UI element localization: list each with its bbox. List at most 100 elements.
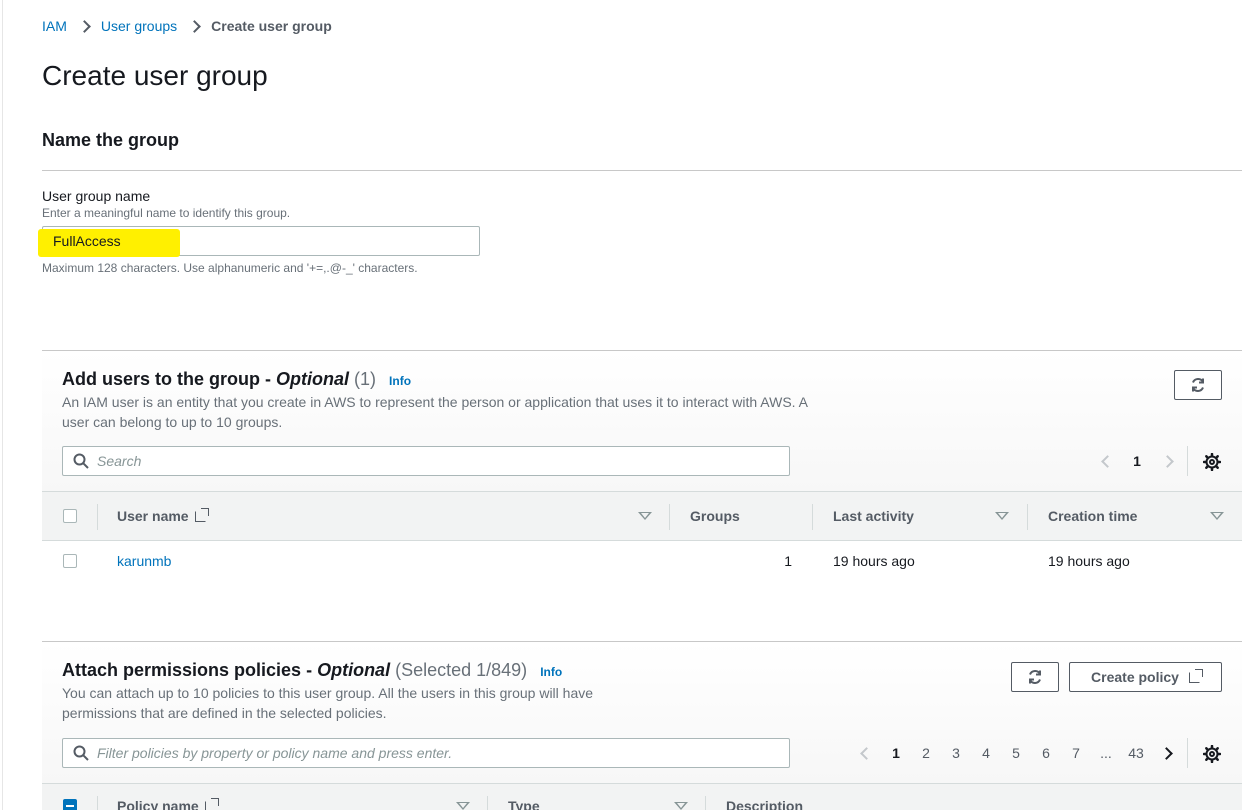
add-users-heading: Add users to the group - Optional (1) In… <box>62 369 411 390</box>
search-icon <box>73 453 89 469</box>
chevron-right-icon <box>1160 455 1174 468</box>
column-divider <box>97 796 98 810</box>
breadcrumb-iam-link[interactable]: IAM <box>42 18 67 34</box>
attach-policies-description: You can attach up to 10 policies to this… <box>62 685 594 721</box>
policies-table-header: Policy name Type Description <box>42 783 1242 810</box>
column-policy-name[interactable]: Policy name <box>117 784 219 810</box>
chevron-left-icon <box>1100 455 1114 468</box>
optional-label: Optional <box>317 660 391 680</box>
column-groups-label: Groups <box>690 508 740 524</box>
create-policy-label: Create policy <box>1091 669 1179 685</box>
page-ellipsis: ... <box>1100 745 1112 761</box>
user-creation-time: 19 hours ago <box>1048 553 1130 569</box>
sort-descending-icon[interactable] <box>995 512 1009 520</box>
breadcrumb-current: Create user group <box>211 18 332 34</box>
info-link[interactable]: Info <box>389 374 411 388</box>
user-group-name-label: User group name <box>42 188 151 204</box>
user-group-name-constraint: Maximum 128 characters. Use alphanumeric… <box>42 261 418 275</box>
page-title: Create user group <box>42 60 268 91</box>
prev-page-button[interactable] <box>1092 453 1122 469</box>
name-section-title: Name the group <box>42 130 180 150</box>
column-last-activity-label: Last activity <box>833 508 914 524</box>
column-creation-time-label: Creation time <box>1048 508 1138 524</box>
create-policy-button[interactable]: Create policy <box>1069 662 1222 692</box>
sort-descending-icon[interactable] <box>674 802 688 810</box>
breadcrumb-user-groups-link[interactable]: User groups <box>101 18 177 34</box>
column-description[interactable]: Description <box>726 784 803 810</box>
chevron-right-icon <box>189 18 199 34</box>
page-2[interactable]: 2 <box>911 745 941 761</box>
next-page-button[interactable] <box>1152 453 1182 469</box>
column-type-label: Type <box>508 798 540 810</box>
user-last-activity: 19 hours ago <box>833 553 915 569</box>
chevron-left-icon <box>859 747 873 760</box>
search-icon <box>73 745 89 761</box>
external-link-icon <box>194 507 209 522</box>
column-divider <box>812 504 813 530</box>
page-1[interactable]: 1 <box>881 745 911 761</box>
breadcrumb: IAM User groups Create user group <box>42 18 332 34</box>
column-divider <box>705 796 706 810</box>
column-last-activity[interactable]: Last activity <box>833 492 914 540</box>
user-name-link[interactable]: karunmb <box>117 553 171 569</box>
user-group-name-description: Enter a meaningful name to identify this… <box>42 206 291 220</box>
sort-descending-icon[interactable] <box>638 512 652 520</box>
pager-divider <box>1187 738 1188 768</box>
page-5[interactable]: 5 <box>1001 745 1031 761</box>
external-link-icon <box>1188 668 1203 683</box>
column-divider <box>97 504 98 530</box>
page-number[interactable]: 1 <box>1122 453 1152 469</box>
refresh-policies-button[interactable] <box>1011 662 1059 692</box>
section-divider <box>42 170 1242 171</box>
user-groups-count: 1 <box>784 553 792 569</box>
users-search-input[interactable]: Search <box>62 446 790 476</box>
optional-label: Optional <box>276 369 349 389</box>
page-7[interactable]: 7 <box>1061 745 1091 761</box>
page-4[interactable]: 4 <box>971 745 1001 761</box>
pager-divider <box>1187 446 1188 476</box>
refresh-icon <box>1192 378 1204 392</box>
add-users-panel: Add users to the group - Optional (1) In… <box>42 350 1242 581</box>
policies-selected-count: (Selected 1/849) <box>395 660 528 680</box>
column-user-name[interactable]: User name <box>117 492 209 540</box>
attach-policies-heading: Attach permissions policies - Optional (… <box>62 660 562 681</box>
gear-icon[interactable] <box>1203 745 1221 763</box>
sort-descending-icon[interactable] <box>456 802 470 810</box>
add-users-description: An IAM user is an entity that you create… <box>62 394 808 430</box>
select-all-users-checkbox[interactable] <box>63 509 77 523</box>
column-user-name-label: User name <box>117 508 189 524</box>
attach-policies-panel: Attach permissions policies - Optional (… <box>42 641 1242 810</box>
attach-policies-title: Attach permissions policies - <box>62 660 318 680</box>
info-link[interactable]: Info <box>540 665 562 679</box>
refresh-users-button[interactable] <box>1174 370 1222 400</box>
user-group-name-value: FullAccess <box>53 233 121 249</box>
policies-filter-input[interactable]: Filter policies by property or policy na… <box>62 738 790 768</box>
sort-descending-icon[interactable] <box>1210 512 1224 520</box>
next-page-button[interactable] <box>1151 745 1181 761</box>
policies-filter-placeholder: Filter policies by property or policy na… <box>97 745 453 761</box>
column-divider <box>487 796 488 810</box>
select-all-policies-checkbox[interactable] <box>63 799 77 810</box>
page-3[interactable]: 3 <box>941 745 971 761</box>
column-policy-name-label: Policy name <box>117 798 199 810</box>
refresh-icon <box>1029 670 1041 684</box>
page-43[interactable]: 43 <box>1121 745 1151 761</box>
prev-page-button[interactable] <box>851 745 881 761</box>
gear-icon[interactable] <box>1203 453 1221 471</box>
users-count: (1) <box>354 369 377 389</box>
column-type[interactable]: Type <box>508 784 540 810</box>
column-groups[interactable]: Groups <box>690 492 740 540</box>
chevron-right-icon <box>1159 747 1173 760</box>
page-6[interactable]: 6 <box>1031 745 1061 761</box>
chevron-right-icon <box>79 18 89 34</box>
user-row-checkbox[interactable] <box>63 554 77 568</box>
column-divider <box>1027 504 1028 530</box>
column-creation-time[interactable]: Creation time <box>1048 492 1137 540</box>
table-row: karunmb 1 19 hours ago 19 hours ago <box>42 541 1242 581</box>
users-pagination: 1 <box>1092 453 1182 469</box>
users-search-placeholder: Search <box>97 453 142 469</box>
external-link-icon <box>204 797 219 810</box>
policies-pagination: 1 2 3 4 5 6 7 ... 43 <box>851 745 1181 761</box>
add-users-title: Add users to the group - <box>62 369 276 389</box>
users-table-header: User name Groups Last activity Creation … <box>42 491 1242 541</box>
